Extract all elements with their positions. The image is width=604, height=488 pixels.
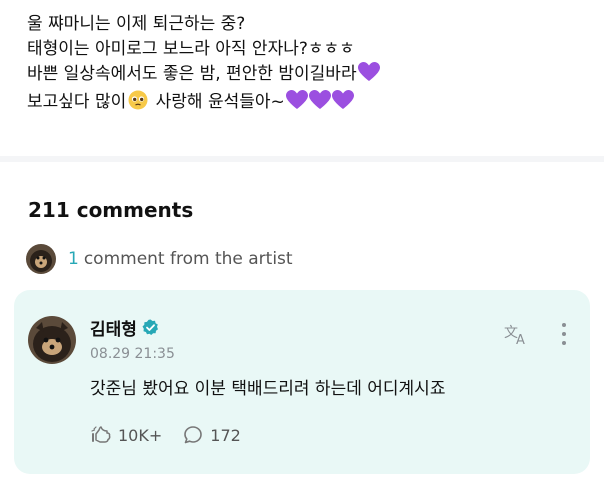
artist-comments-link[interactable]: 1 comment from the artist [26,244,293,274]
post-line-3: 바쁜 일상속에서도 좋은 밤, 편안한 밤이길바라 [27,62,587,90]
post-line-3-text: 바쁜 일상속에서도 좋은 밤, 편안한 밤이길바라 [27,64,357,84]
more-options-icon[interactable] [552,321,576,347]
pleading-face-icon [128,90,148,118]
artist-comment-text: comment from the artist [83,249,293,269]
avatar[interactable] [28,316,76,364]
purple-heart-icon [357,62,380,90]
comment-timestamp: 08.29 21:35 [90,346,175,362]
post-line-4: 보고싶다 많이 사랑해 윤석들아~ [27,90,587,118]
artist-comments-label: 1 comment from the artist [68,249,293,269]
artist-comment-card: 김태형 08.29 21:35 文A 갓준님 봤어요 이분 택배드리려 하는데 … [14,290,590,474]
purple-heart-icon [285,90,308,118]
post-line-4-text: 보고싶다 많이 [27,92,127,112]
reply-icon [184,426,203,444]
translate-icon[interactable]: 文A [504,322,530,348]
comments-count: 211 comments [28,198,194,222]
section-divider [0,156,604,162]
purple-heart-icon [331,90,354,118]
more-dot [562,341,566,345]
author-name[interactable]: 김태형 [90,315,137,340]
reply-button[interactable]: 172 [182,424,241,446]
post-line-1: 울 쨔마니는 이제 퇴근하는 중? [27,14,246,34]
more-dot [562,332,566,336]
like-icon [91,426,111,443]
verified-badge-icon [142,319,159,336]
post-line-5-text: 사랑해 윤석들아~ [155,92,285,112]
like-button[interactable]: 10K+ [90,424,162,446]
post-text: 울 쨔마니는 이제 퇴근하는 중? 태형이는 아미로그 보느라 아직 안자나?ㅎ… [27,12,587,118]
artist-avatar-small [26,244,56,274]
post-line-2: 태형이는 아미로그 보느라 아직 안자나?ㅎㅎㅎ [27,39,355,59]
like-count: 10K+ [118,425,163,445]
comment-body: 갓준님 봤어요 이분 택배드리려 하는데 어디계시죠 [90,379,446,399]
comment-actions: 10K+ 172 [90,424,261,446]
artist-comment-count: 1 [68,249,79,269]
svg-text:A: A [516,333,525,346]
comment-author: 김태형 [90,315,159,340]
purple-heart-icon [308,90,331,118]
more-dot [562,323,566,327]
reply-count: 172 [210,425,241,445]
